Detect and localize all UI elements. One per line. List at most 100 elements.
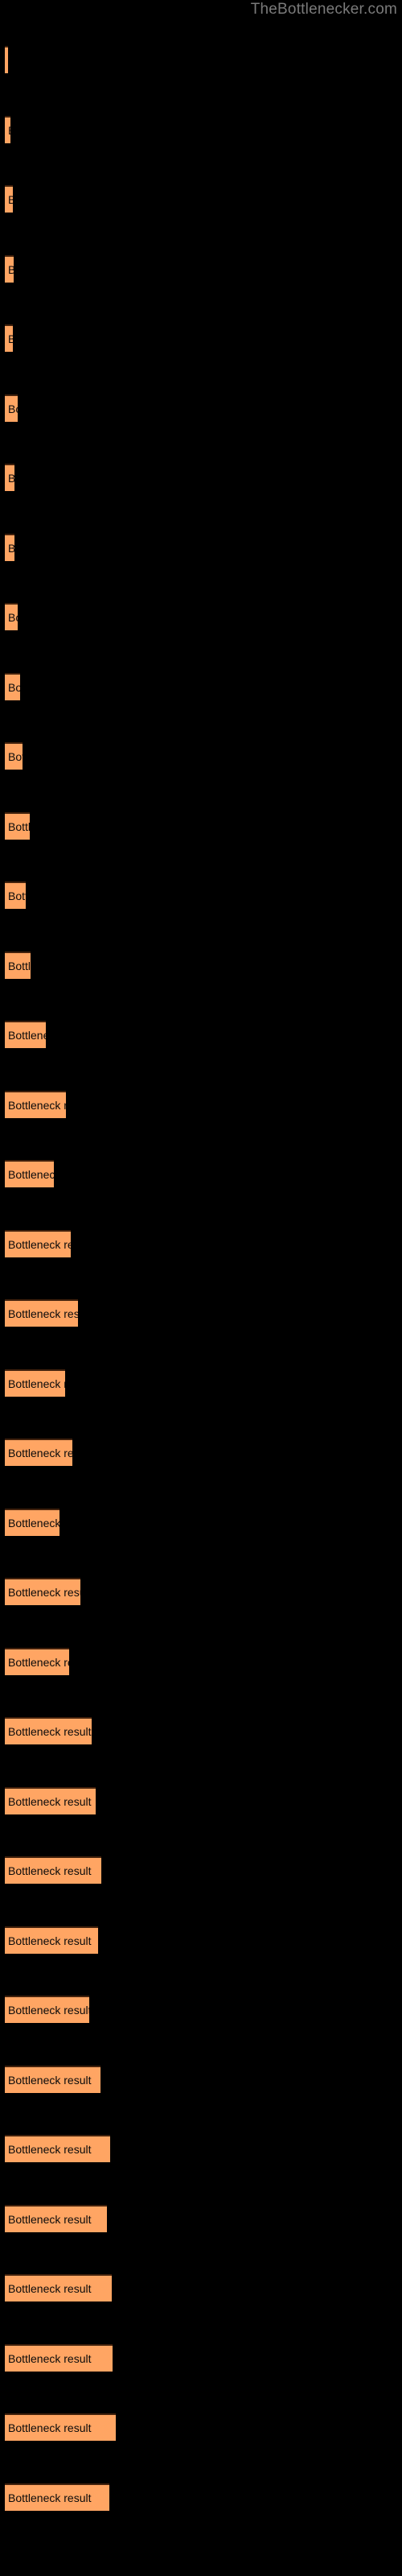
bar-label: Bottleneck result [8,1377,65,1390]
bar[interactable]: Bottleneck result [5,1160,54,1187]
bar-row: Bottleneck result [0,1717,402,1744]
bar[interactable]: Bottleneck result [5,2483,109,2511]
bar-row: Bottleneck result [0,2483,402,2511]
bar[interactable]: Bottleneck result [5,1647,69,1675]
bar-label: Bottleneck result [8,542,14,555]
bar-label: Bottleneck result [8,2491,92,2504]
bar-label: Bottleneck result [8,2212,92,2226]
bar[interactable]: Bottleneck result [5,1856,101,1884]
bar-row: Bottleneck result [0,1856,402,1884]
bar[interactable]: Bottleneck result [5,1996,89,2023]
bar-label: Bottleneck result [8,2004,89,2017]
bar-row: Bottleneck result [0,2274,402,2301]
bar-label: Bottleneck result [8,959,31,972]
bar[interactable]: Bottleneck result [5,2413,116,2441]
bar-row: Bottleneck result [0,2204,402,2232]
bar-label: Bottleneck result [8,124,10,137]
bar[interactable]: Bottleneck result [5,1299,78,1327]
bar-row: Bottleneck result [0,881,402,909]
bar-label: Bottleneck result [8,1655,69,1669]
bar-label: Bottleneck result [8,402,18,415]
bar-label: Bottleneck result [8,750,23,763]
bar-label: Bottleneck result [8,2143,92,2156]
bar-label: Bottleneck result [8,193,13,206]
bottleneck-results-bar-chart: Bottleneck result Bottleneck result Bottle… [0,0,402,2576]
bar-row: Bottleneck result [0,185,402,213]
bar-label: Bottleneck result [8,890,26,902]
bar[interactable]: Bottleneck result [5,115,10,143]
bar-label: Bottleneck result [8,1864,92,1877]
bar[interactable]: Bottleneck result [5,2065,100,2093]
bar-label: Bottleneck result [8,1307,78,1320]
bar[interactable]: Bottleneck result [5,881,26,909]
bar-row: Bottleneck result [0,1160,402,1187]
bar-row: Bottleneck result [0,811,402,840]
bar-row: Bottleneck result [0,1229,402,1257]
bar[interactable]: Bottleneck result [5,1090,66,1118]
bar-label: Bottleneck result [8,2282,92,2295]
bar-row: Bottleneck result [0,2135,402,2162]
bar-row: Bottleneck result [0,1090,402,1118]
bar-row: Bottleneck result [0,2413,402,2441]
bar[interactable]: Bottleneck result [5,811,30,840]
bar[interactable]: Bottleneck result [5,1508,59,1536]
bar-label: Bottleneck result [8,1237,71,1251]
bar-label: Bottleneck result [8,263,14,276]
bar-label: Bottleneck result [8,1725,92,1738]
bar-row: Bottleneck result [0,115,402,143]
bar-label: Bottleneck result [8,1794,92,1808]
bar[interactable]: Bottleneck result [5,533,14,561]
bar-row: Bottleneck result [0,46,402,73]
bar[interactable]: Bottleneck result [5,603,18,630]
bar-row: Bottleneck result [0,464,402,491]
bar[interactable]: Bottleneck result [5,46,8,73]
bar[interactable]: Bottleneck result [5,464,14,491]
bar[interactable]: Bottleneck result [5,1368,65,1397]
bar[interactable]: Bottleneck result [5,2204,107,2232]
bar-label: Bottleneck result [8,680,20,694]
bar[interactable]: Bottleneck result [5,1926,98,1954]
bar-label: Bottleneck result [8,2421,92,2434]
bar-row: Bottleneck result [0,533,402,561]
bar-label: Bottleneck result [8,472,14,485]
bar-row: Bottleneck result [0,324,402,352]
bar[interactable]: Bottleneck result [5,1578,80,1605]
bar-label: Bottleneck result [8,332,13,345]
bar-label: Bottleneck result [8,1098,66,1112]
bar-row: Bottleneck result [0,1368,402,1397]
bar-label: Bottleneck result [8,1934,92,1947]
bar-row: Bottleneck result [0,1021,402,1048]
bar[interactable]: Bottleneck result [5,185,13,213]
bar[interactable]: Bottleneck result [5,2274,112,2301]
bar[interactable]: Bottleneck result [5,1439,72,1466]
bar-row: Bottleneck result [0,2065,402,2093]
bar-row: Bottleneck result [0,603,402,630]
bar-label: Bottleneck result [8,819,30,833]
bar-label: Bottleneck result [8,2351,92,2365]
bar[interactable]: Bottleneck result [5,742,23,770]
bar-row: Bottleneck result [0,1996,402,2023]
bar-row: Bottleneck result [0,1439,402,1466]
bar[interactable]: Bottleneck result [5,1717,92,1744]
bar[interactable]: Bottleneck result [5,1229,71,1257]
bar[interactable]: Bottleneck result [5,254,14,283]
bar-row: Bottleneck result [0,1578,402,1605]
bar[interactable]: Bottleneck result [5,2343,113,2372]
bar-label: Bottleneck result [8,2073,92,2087]
bar-label: Bottleneck result [8,1447,72,1459]
bar[interactable]: Bottleneck result [5,2135,110,2162]
bar[interactable]: Bottleneck result [5,394,18,422]
bar-row: Bottleneck result [0,1508,402,1536]
bar[interactable]: Bottleneck result [5,1786,96,1814]
bar-label: Bottleneck result [8,1586,80,1599]
bar-row: Bottleneck result [0,2343,402,2372]
bar-row: Bottleneck result [0,394,402,422]
bar[interactable]: Bottleneck result [5,672,20,700]
bar-row: Bottleneck result [0,1299,402,1327]
bar[interactable]: Bottleneck result [5,951,31,979]
bar[interactable]: Bottleneck result [5,324,13,352]
bar-row: Bottleneck result [0,951,402,979]
bar-row: Bottleneck result [0,254,402,283]
bar-row: Bottleneck result [0,672,402,700]
bar[interactable]: Bottleneck result [5,1021,46,1048]
